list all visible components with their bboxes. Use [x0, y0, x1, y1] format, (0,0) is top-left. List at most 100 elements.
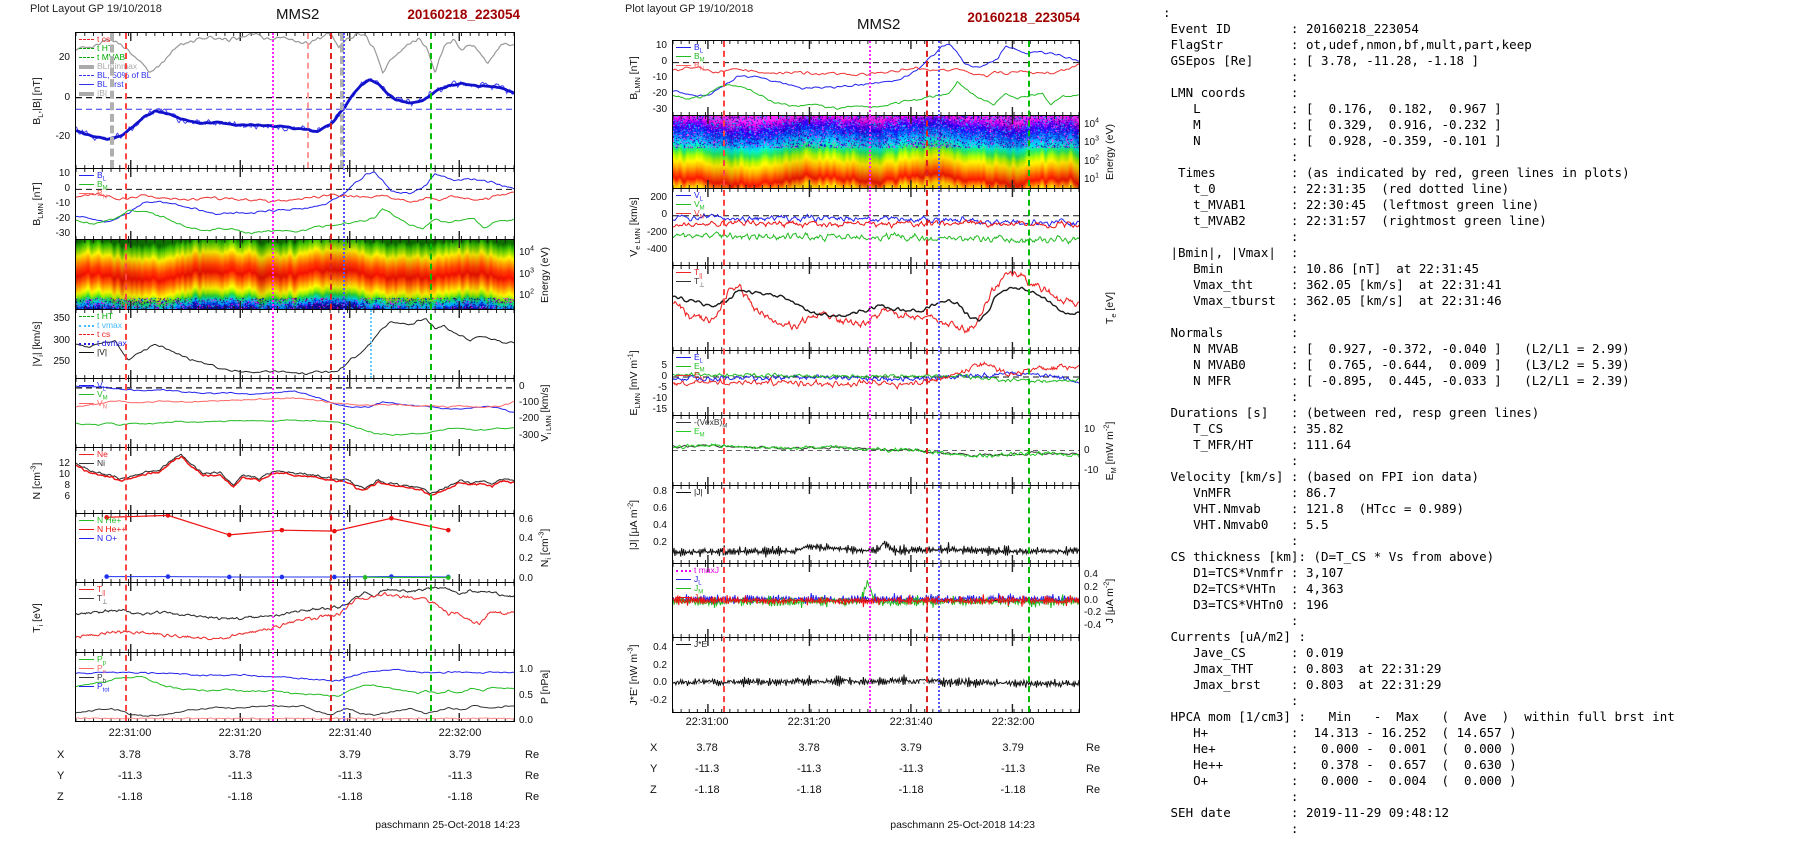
footer-unit: Re	[1086, 763, 1101, 775]
event-line	[330, 33, 333, 721]
ylabel-vexb: EM [mW m-2]	[1101, 421, 1119, 480]
ylabel-jdote: J*E' [nW m-3]	[625, 644, 641, 706]
ytick-label: 5	[661, 359, 667, 371]
ytick-label: -0.2	[649, 694, 667, 706]
footer-row-label-x: X	[650, 742, 658, 754]
footer-value: 3.79	[900, 742, 922, 754]
jdote-svg	[673, 638, 1079, 712]
panel-jdote	[672, 637, 1080, 713]
ytick-label: 0.8	[653, 485, 667, 497]
footer-row-label-z: Z	[650, 784, 657, 796]
ytick-label: -30	[652, 103, 667, 115]
time-tick-label: 22:31:40	[889, 716, 933, 728]
event-line	[110, 33, 115, 168]
event-line	[430, 33, 433, 721]
ytick-label: 0.4	[653, 520, 667, 532]
ytick-label: 0.2	[1084, 581, 1098, 593]
panel-vexb	[672, 415, 1080, 486]
footer-unit: Re	[1086, 742, 1101, 754]
ytick-label: 0.2	[653, 659, 667, 671]
ytick-label: -15	[652, 404, 667, 416]
vexb-svg	[673, 416, 1079, 485]
ytick-label: 200	[650, 192, 667, 204]
ytick-label: -10	[652, 72, 667, 83]
ytick-label: -400	[646, 243, 667, 255]
event-line	[869, 41, 872, 712]
time-tick-label: 22:31:20	[787, 716, 831, 728]
ve-svg	[673, 189, 1079, 265]
ytick-label: 0.0	[1084, 594, 1098, 606]
ytick-label: -20	[652, 87, 667, 99]
time-tick-label: 22:32:00	[991, 716, 1035, 728]
ytick-label: 0	[661, 370, 667, 382]
footer-unit: Re	[1086, 784, 1101, 796]
ylabel-e-spec: Energy (eV)	[1104, 123, 1116, 181]
event-line	[1028, 41, 1031, 712]
mid-plot-header: Plot layout GP 19/10/2018	[625, 3, 754, 15]
footer-value: -1.18	[694, 784, 720, 796]
jlmn-svg	[673, 564, 1079, 637]
footer-value: -11.3	[796, 763, 822, 775]
mid-plot-credit: paschmann 25-Oct-2018 14:23	[890, 819, 1035, 831]
time-tick-label: 22:31:00	[685, 716, 729, 728]
blmn-m-svg	[673, 41, 1079, 115]
panel-blmn-m	[672, 40, 1080, 116]
ylabel-jmag: |J| [μA m-2]	[625, 499, 641, 550]
elmn-svg	[673, 351, 1079, 415]
footer-value: -1.18	[898, 784, 924, 796]
ytick-label: 0.4	[1084, 569, 1098, 581]
ytick-label: 10	[1084, 423, 1096, 435]
ytick-label: -5	[658, 382, 667, 394]
panel-te	[672, 265, 1080, 351]
ytick-label: -200	[646, 226, 667, 238]
panel-ve	[672, 188, 1080, 266]
ytick-label: 104	[1084, 117, 1100, 130]
info-panel-text: : Event ID : 20160218_223054 FlagStr : o…	[1163, 5, 1675, 836]
ytick-label: 0.0	[653, 677, 667, 689]
footer-value: -11.3	[1000, 763, 1026, 775]
jmag-svg	[673, 486, 1079, 563]
panel-jmag	[672, 485, 1080, 564]
event-line	[938, 41, 941, 712]
e-spec-ticks	[673, 116, 1079, 188]
ytick-label: 0	[661, 209, 667, 221]
ylabel-jlmn: J [μA m-2]	[1101, 578, 1117, 623]
ylabel-elmn: ELMN [mV m-1]	[625, 350, 643, 416]
event-line	[342, 33, 345, 721]
ytick-label: 102	[1084, 154, 1100, 167]
footer-row-label-y: Y	[650, 763, 658, 775]
panel-e-spec	[672, 115, 1080, 189]
mid-plot-event-id: 20160218_223054	[967, 10, 1080, 25]
ytick-label: 0.6	[653, 503, 667, 515]
event-line	[306, 33, 309, 168]
footer-value: -1.18	[1000, 784, 1026, 796]
te-svg	[673, 266, 1079, 350]
ytick-label: 103	[1084, 135, 1100, 149]
ytick-label: 10	[655, 40, 667, 52]
ylabel-blmn-m: BLMN [nT]	[628, 56, 643, 100]
ytick-label: 0	[661, 56, 667, 68]
ytick-label: 101	[1084, 172, 1100, 186]
ytick-label: -10	[652, 393, 667, 405]
event-line	[272, 33, 275, 721]
mid-plot-area: BL BM BN 10 0 -10 -20 -30 BLMN [nT] 104 103 102 101 E…	[626, 40, 1118, 713]
event-line	[723, 41, 725, 712]
ytick-label: 0.4	[653, 642, 667, 654]
footer-value: 3.78	[696, 742, 718, 754]
ylabel-te: Te [eV]	[1104, 291, 1119, 325]
footer-value: 3.79	[1002, 742, 1024, 754]
mid-plot-title: MMS2	[857, 16, 901, 33]
footer-value: 3.78	[798, 742, 820, 754]
screen: Plot Layout GP 19/10/2018 MMS2 20160218_…	[0, 0, 1804, 841]
event-line	[926, 41, 929, 712]
ytick-label: 0	[1084, 444, 1090, 456]
panel-elmn	[672, 350, 1080, 416]
panel-jlmn	[672, 563, 1080, 638]
ytick-label: -0.4	[1084, 619, 1102, 631]
footer-value: -1.18	[796, 784, 822, 796]
ytick-label: -10	[1084, 465, 1099, 477]
footer-value: -11.3	[898, 763, 924, 775]
ytick-label: 0.2	[653, 537, 667, 549]
ytick-label: -0.2	[1084, 607, 1102, 619]
footer-value: -11.3	[694, 763, 720, 775]
